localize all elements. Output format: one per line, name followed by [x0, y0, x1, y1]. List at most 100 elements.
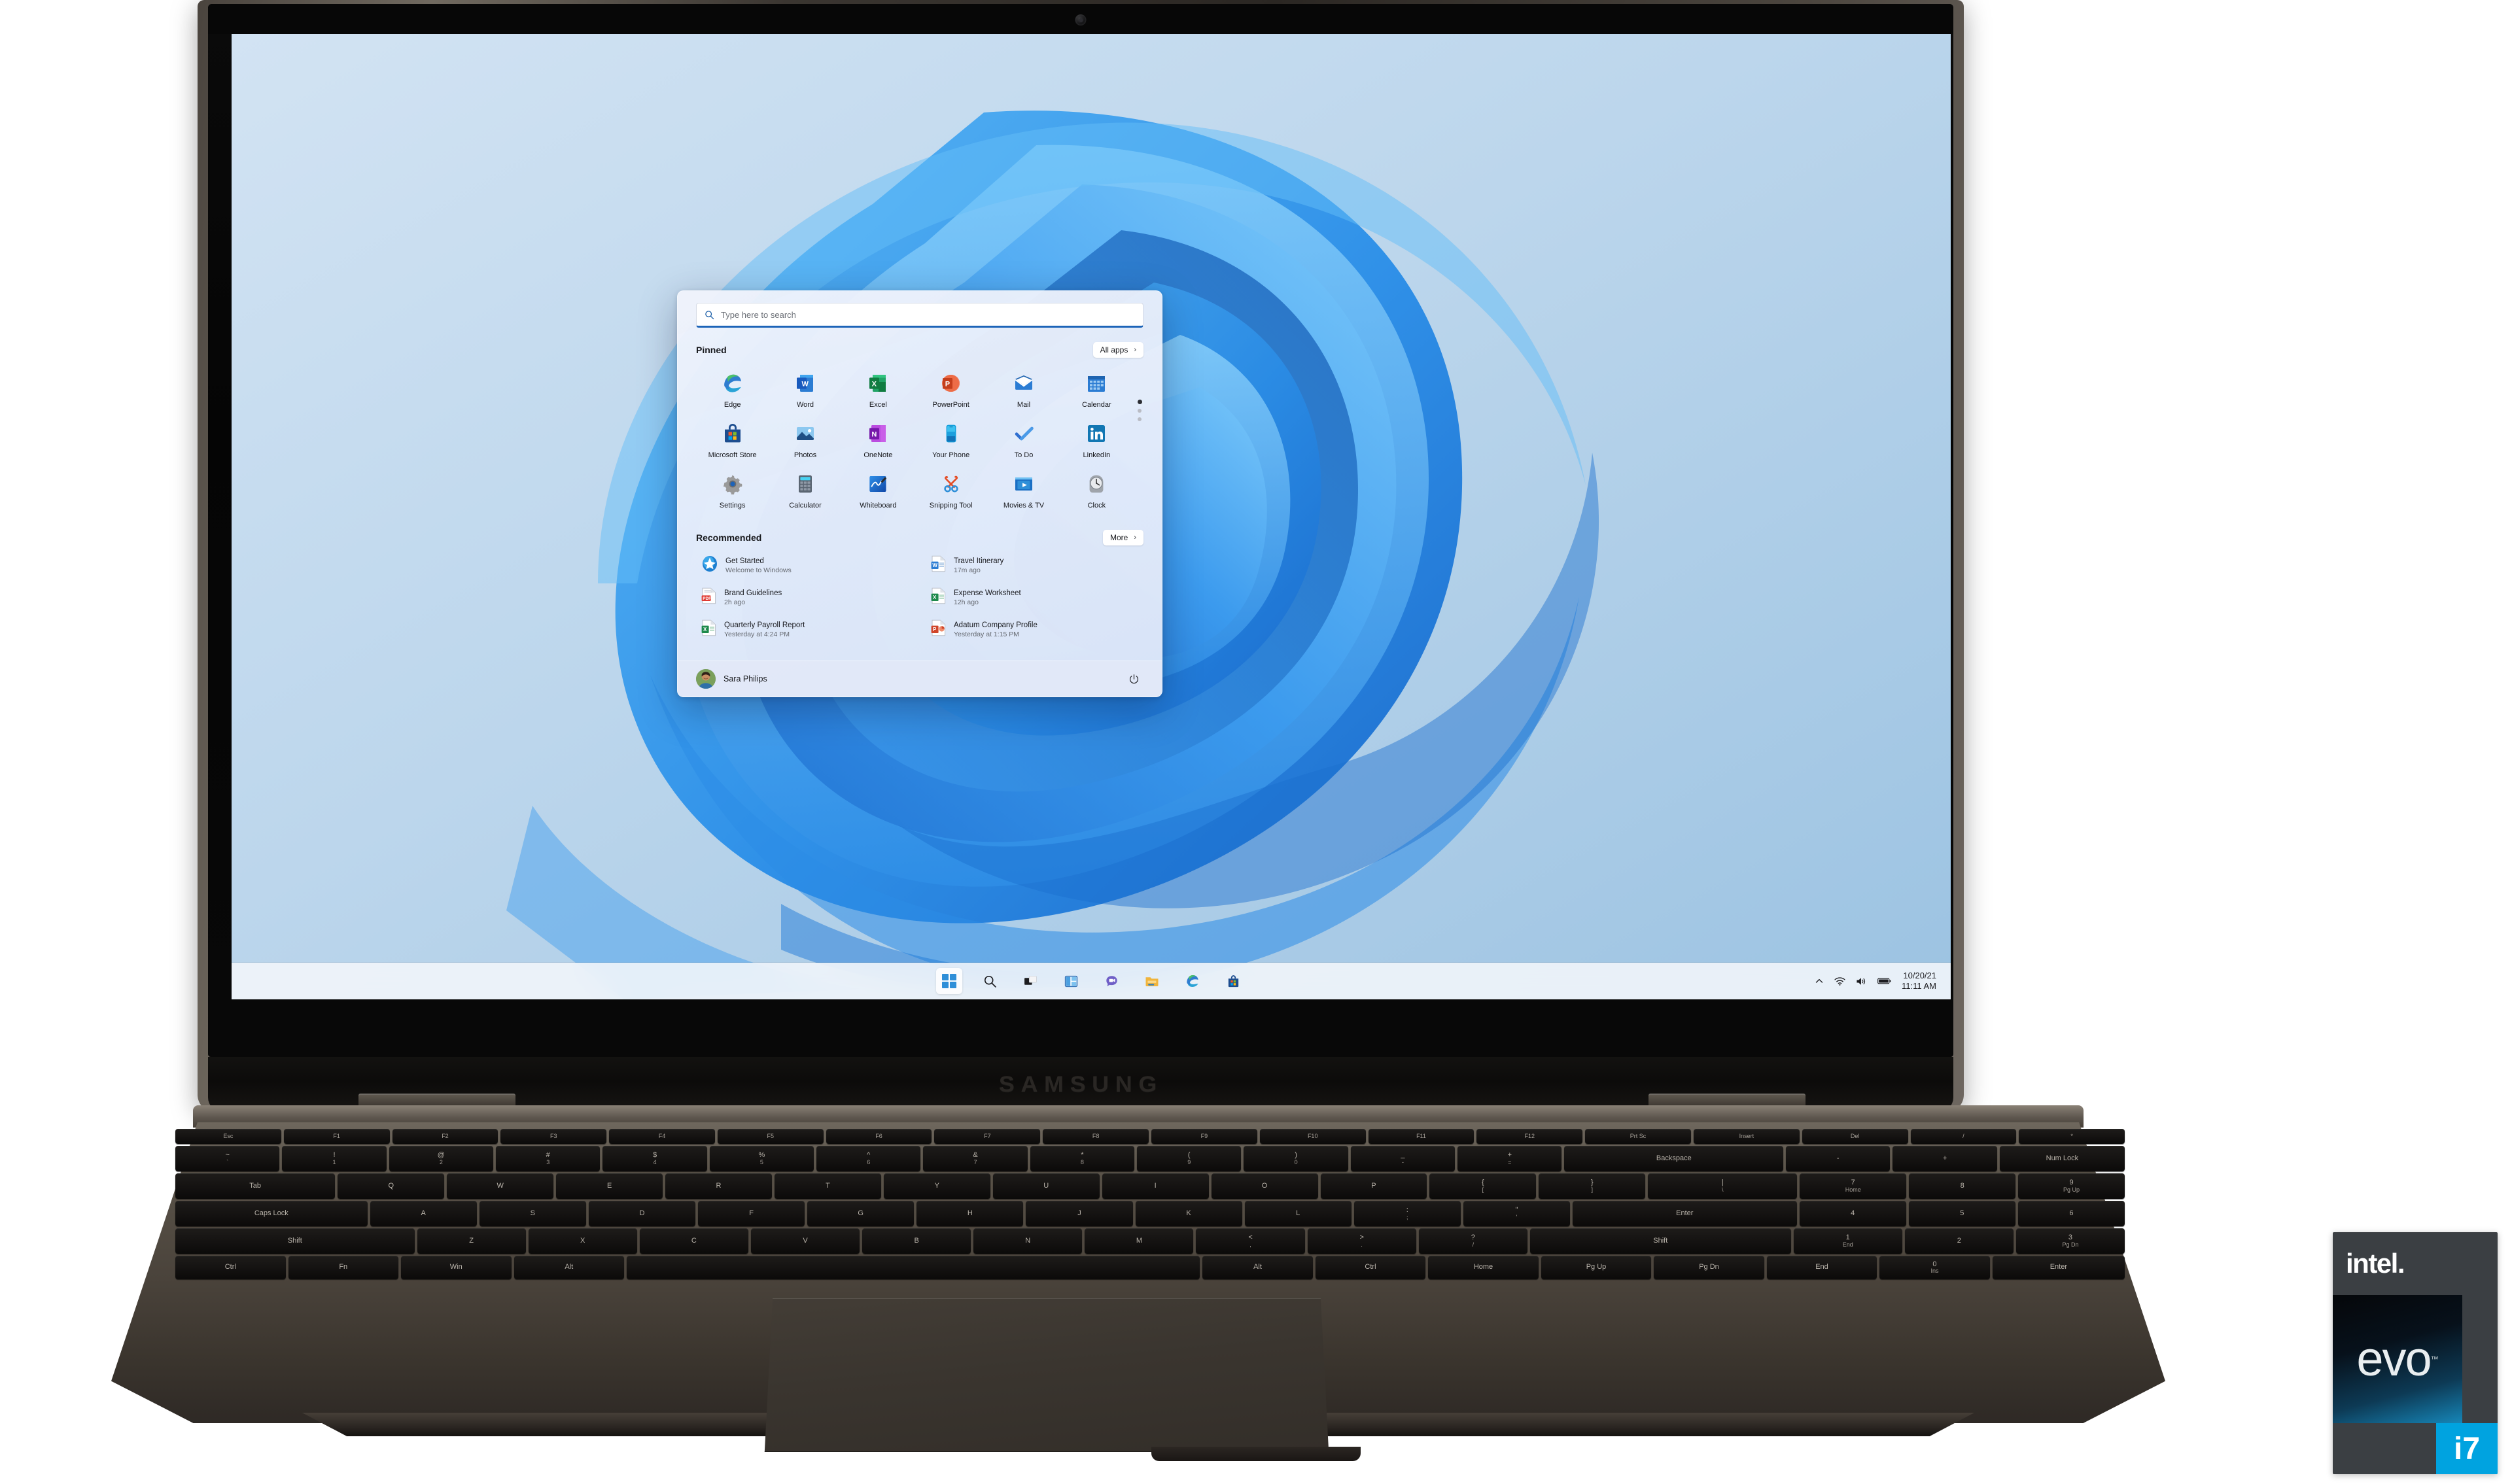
keyboard-row-qwerty[interactable]: Tab Q W E R T Y U I O P{[}] | \ 7 Home 8 9 Pg Up: [175, 1173, 2125, 1199]
task-view-button[interactable]: [1017, 968, 1043, 994]
key-space[interactable]: -: [1786, 1146, 1891, 1172]
key-space[interactable]: ? /: [1418, 1228, 1527, 1254]
key-del[interactable]: Del: [1802, 1129, 1908, 1145]
user-account-button[interactable]: Sara Philips: [696, 669, 767, 689]
keyboard-row-home[interactable]: Caps Lock A S D F G H J K L:; " ' Enter 4 5 6: [175, 1201, 2125, 1227]
key-d[interactable]: D: [588, 1201, 695, 1227]
recommended-item[interactable]: Get Started Welcome to Windows: [696, 551, 914, 580]
key-f10[interactable]: F10: [1259, 1129, 1366, 1145]
keyboard-row-number[interactable]: ~ `! 1 @2 #3 $4% 5 ^ 6 & 7 * 8(9) 0 _ - + = Backspace - + Num…: [175, 1146, 2125, 1172]
key-prt-sc[interactable]: Prt Sc: [1585, 1129, 1691, 1145]
key-f11[interactable]: F11: [1368, 1129, 1474, 1145]
store-button[interactable]: [1220, 968, 1246, 994]
key-3-pg-dn[interactable]: 3 Pg Dn: [2015, 1228, 2125, 1254]
key-pg-dn[interactable]: Pg Dn: [1654, 1256, 1764, 1279]
start-menu[interactable]: Type here to search Pinned All apps › Ed…: [677, 290, 1162, 697]
pinned-pagination[interactable]: [1136, 400, 1143, 421]
start-button[interactable]: [936, 968, 962, 994]
key-f12[interactable]: F12: [1476, 1129, 1583, 1145]
key-shift[interactable]: Shift: [175, 1228, 415, 1254]
key-r[interactable]: R: [665, 1173, 772, 1199]
key-f7[interactable]: F7: [934, 1129, 1041, 1145]
key-space[interactable]: }]: [1539, 1173, 1646, 1199]
recommended-item[interactable]: P Adatum Company Profile Yesterday at 1:15…: [926, 615, 1143, 644]
keyboard-row-space[interactable]: Ctrl Fn Win Alt Alt Ctrl Home Pg Up Pg Dn End 0 Ins…: [175, 1256, 2125, 1279]
wifi-icon[interactable]: [1834, 976, 1845, 986]
pinned-app-mail[interactable]: Mail: [987, 368, 1060, 415]
edge-button[interactable]: [1179, 968, 1206, 994]
key-9[interactable]: (9: [1137, 1146, 1242, 1172]
key-backspace[interactable]: Backspace: [1564, 1146, 1784, 1172]
key-3[interactable]: #3: [496, 1146, 601, 1172]
pinned-app-onenote[interactable]: N OneNote: [842, 419, 915, 465]
page-dot[interactable]: [1138, 409, 1142, 413]
power-button[interactable]: [1124, 669, 1143, 689]
key-insert[interactable]: Insert: [1693, 1129, 1800, 1145]
pinned-app-calendar[interactable]: Calendar: [1060, 368, 1133, 415]
key-alt[interactable]: Alt: [1202, 1256, 1313, 1279]
key-o[interactable]: O: [1211, 1173, 1318, 1199]
pinned-app-movies-tv[interactable]: Movies & TV: [987, 469, 1060, 515]
key-num-lock[interactable]: Num Lock: [1999, 1146, 2125, 1172]
pinned-app-your-phone[interactable]: Your Phone: [915, 419, 987, 465]
recommended-item[interactable]: W Travel Itinerary 17m ago: [926, 551, 1143, 580]
key-j[interactable]: J: [1026, 1201, 1133, 1227]
key-q[interactable]: Q: [338, 1173, 445, 1199]
key-k[interactable]: K: [1135, 1201, 1242, 1227]
key-4[interactable]: $4: [602, 1146, 707, 1172]
key-h[interactable]: H: [916, 1201, 1024, 1227]
key-space[interactable]: _ -: [1350, 1146, 1456, 1172]
key-space[interactable]: >.: [1307, 1228, 1416, 1254]
key-space[interactable]: " ': [1463, 1201, 1570, 1227]
pinned-app-microsoft-store[interactable]: Microsoft Store: [696, 419, 769, 465]
key-f9[interactable]: F9: [1151, 1129, 1257, 1145]
pinned-app-edge[interactable]: Edge: [696, 368, 769, 415]
key-space[interactable]: /: [1910, 1129, 2017, 1145]
file-explorer-button[interactable]: [1139, 968, 1165, 994]
recommended-item[interactable]: PDF Brand Guidelines 2h ago: [696, 583, 914, 612]
key-home[interactable]: Home: [1428, 1256, 1539, 1279]
battery-icon[interactable]: [1877, 977, 1891, 985]
clock[interactable]: 10/20/21 11:11 AM: [1902, 971, 1940, 992]
key-a[interactable]: A: [370, 1201, 477, 1227]
key-s[interactable]: S: [479, 1201, 586, 1227]
key-f1[interactable]: F1: [283, 1129, 390, 1145]
key-8[interactable]: * 8: [1030, 1146, 1135, 1172]
key-space[interactable]: <,: [1196, 1228, 1305, 1254]
pinned-app-powerpoint[interactable]: P PowerPoint: [915, 368, 987, 415]
key-n[interactable]: N: [973, 1228, 1083, 1254]
key-0[interactable]: ) 0: [1244, 1146, 1348, 1172]
key-b[interactable]: B: [862, 1228, 971, 1254]
key-f2[interactable]: F2: [392, 1129, 498, 1145]
pinned-app-excel[interactable]: X Excel: [842, 368, 915, 415]
key-6[interactable]: 6: [2017, 1201, 2125, 1227]
key-ctrl[interactable]: Ctrl: [1315, 1256, 1426, 1279]
keyboard-row-function[interactable]: Esc F1 F2 F3 F4 F5 F6 F7 F8 F9 F10 F11 F12 Prt Sc Inse…: [175, 1129, 2125, 1145]
search-button[interactable]: [977, 968, 1003, 994]
key-8[interactable]: 8: [1909, 1173, 2016, 1199]
pinned-app-word[interactable]: W Word: [769, 368, 841, 415]
pinned-app-snipping-tool[interactable]: Snipping Tool: [915, 469, 987, 515]
key-9-pg-up[interactable]: 9 Pg Up: [2018, 1173, 2125, 1199]
recommended-item[interactable]: X Quarterly Payroll Report Yesterday at 4:…: [696, 615, 914, 644]
page-dot[interactable]: [1137, 400, 1142, 404]
key-alt[interactable]: Alt: [514, 1256, 624, 1279]
key-fn[interactable]: Fn: [288, 1256, 398, 1279]
recommended-item[interactable]: X Expense Worksheet 12h ago: [926, 583, 1143, 612]
chevron-up-icon[interactable]: [1815, 976, 1824, 986]
key-f5[interactable]: F5: [717, 1129, 824, 1145]
trackpad[interactable]: [764, 1298, 1329, 1452]
all-apps-button[interactable]: All apps ›: [1092, 342, 1143, 358]
key-space[interactable]: +: [1893, 1146, 1997, 1172]
keyboard-row-bottom-letters[interactable]: Shift Z X C V B N M <, >.? / Shift 1 End 2 3 Pg Dn: [175, 1228, 2125, 1254]
key-f[interactable]: F: [698, 1201, 805, 1227]
key-esc[interactable]: Esc: [175, 1129, 281, 1145]
key-end[interactable]: End: [1766, 1256, 1877, 1279]
key-1-end[interactable]: 1 End: [1793, 1228, 1902, 1254]
key-p[interactable]: P: [1320, 1173, 1427, 1199]
key-c[interactable]: C: [639, 1228, 748, 1254]
key-e[interactable]: E: [556, 1173, 663, 1199]
key-2[interactable]: 2: [1904, 1228, 2014, 1254]
key-w[interactable]: W: [447, 1173, 554, 1199]
key-z[interactable]: Z: [417, 1228, 526, 1254]
